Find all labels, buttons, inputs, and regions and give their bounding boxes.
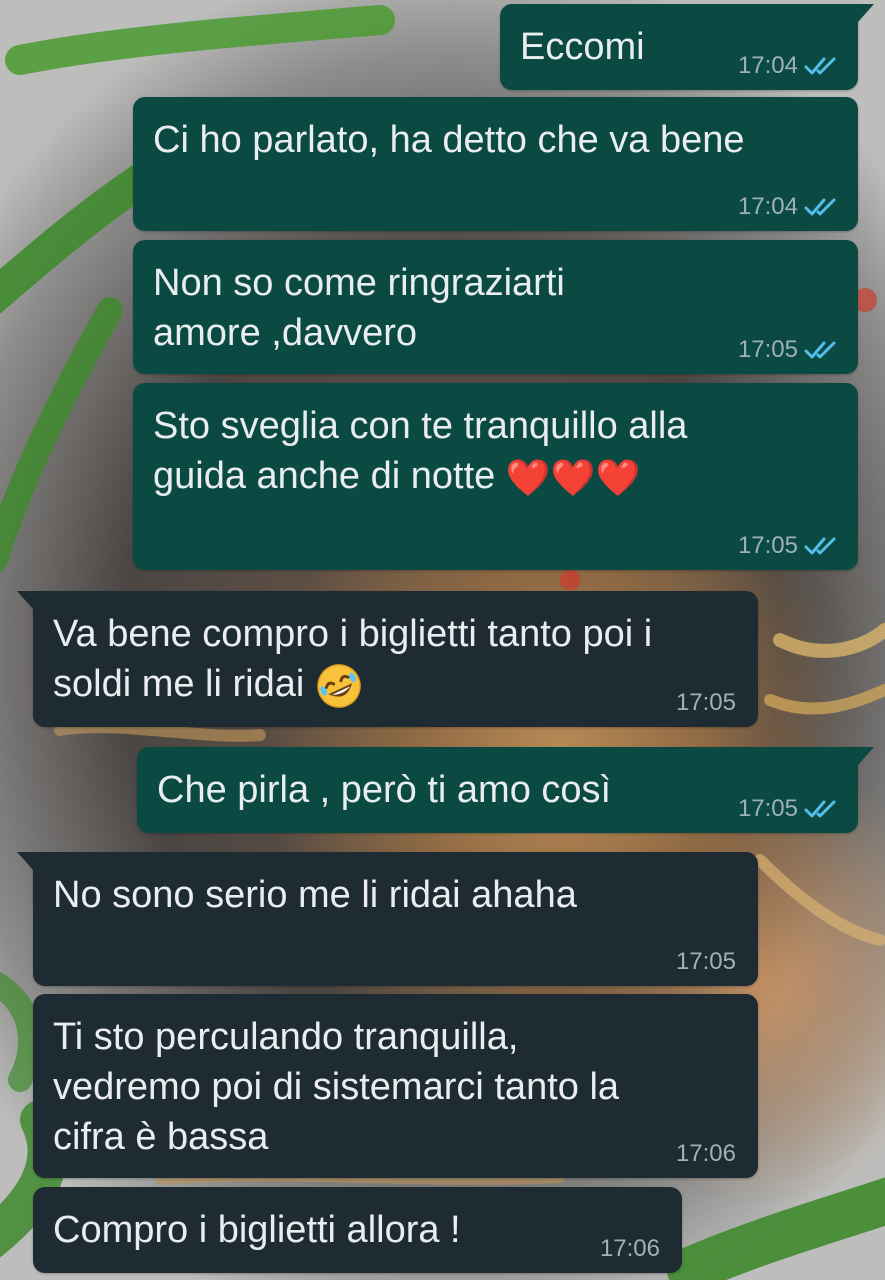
message-text: Non so come ringraziarti amore ,davvero	[153, 262, 565, 354]
double-check-icon	[804, 57, 836, 75]
message-text: Va bene compro i biglietti tanto poi i s…	[53, 609, 738, 710]
message-text: Ci ho parlato, ha detto che va bene	[153, 119, 745, 161]
message-time: 17:05	[737, 532, 798, 559]
message-text: Sto sveglia con te tranquillo alla guida…	[153, 401, 838, 501]
message-text: Compro i biglietti allora !	[53, 1209, 461, 1251]
message-meta: 17:06	[600, 1235, 660, 1263]
double-check-icon	[804, 198, 836, 216]
message-meta: 17:06	[676, 1140, 736, 1168]
message-meta: 17:05	[676, 948, 736, 976]
message-time: 17:04	[737, 52, 798, 79]
message-meta: 17:04	[738, 52, 840, 80]
message-outgoing[interactable]: Eccomi 17:04	[500, 4, 874, 90]
message-time: 17:06	[599, 1235, 660, 1262]
message-text: Ti sto perculando tranquilla, vedremo po…	[53, 1016, 620, 1158]
message-incoming[interactable]: No sono serio me li ridai ahaha 17:05	[17, 852, 758, 986]
double-check-icon	[804, 537, 836, 555]
message-incoming[interactable]: Compro i biglietti allora ! 17:06	[33, 1187, 682, 1273]
message-meta: 17:04	[738, 193, 840, 221]
message-incoming[interactable]: Ti sto perculando tranquilla, vedremo po…	[33, 994, 758, 1178]
message-meta: 17:05	[676, 689, 736, 717]
message-time: 17:05	[737, 795, 798, 822]
red-heart-icon: ❤️❤️❤️	[505, 456, 641, 498]
message-time: 17:04	[737, 193, 798, 220]
message-meta: 17:05	[738, 336, 840, 364]
message-incoming[interactable]: Va bene compro i biglietti tanto poi i s…	[17, 591, 758, 727]
message-text: No sono serio me li ridai ahaha	[53, 874, 577, 916]
message-time: 17:05	[675, 689, 736, 716]
message-time: 17:05	[737, 336, 798, 363]
message-time: 17:05	[675, 948, 736, 975]
double-check-icon	[804, 800, 836, 818]
rolling-on-floor-laughing-icon	[317, 664, 361, 708]
message-outgoing[interactable]: Che pirla , però ti amo così 17:05	[137, 747, 874, 833]
message-text: Che pirla , però ti amo così	[157, 769, 612, 811]
message-outgoing[interactable]: Non so come ringraziarti amore ,davvero …	[133, 240, 858, 374]
message-meta: 17:05	[738, 532, 840, 560]
message-meta: 17:05	[738, 795, 840, 823]
message-outgoing[interactable]: Sto sveglia con te tranquillo alla guida…	[133, 383, 858, 570]
message-outgoing[interactable]: Ci ho parlato, ha detto che va bene 17:0…	[133, 97, 858, 231]
double-check-icon	[804, 341, 836, 359]
message-time: 17:06	[675, 1140, 736, 1167]
